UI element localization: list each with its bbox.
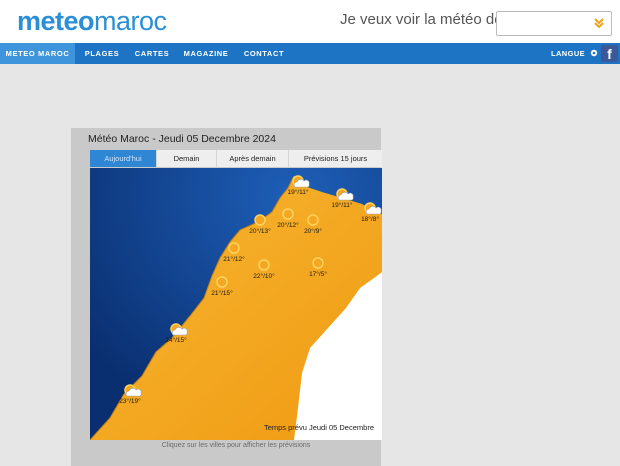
logo-maroc: maroc	[94, 5, 167, 36]
tab-aujourdhui[interactable]: Aujourd'hui	[90, 150, 156, 167]
sun-icon	[312, 257, 324, 269]
nav-cartes[interactable]: CARTES	[129, 43, 175, 64]
city-temperature: 23°/19°	[119, 397, 141, 405]
city-temperature: 19°/11°	[288, 188, 309, 196]
language-label: LANGUE	[551, 49, 586, 58]
sun-icon	[258, 259, 270, 271]
sun-icon	[282, 208, 294, 220]
facebook-icon[interactable]: f	[601, 45, 618, 62]
site-header: meteo maroc Je veux voir la météo de	[0, 0, 620, 43]
city-temperature: 20°/13°	[249, 227, 271, 235]
city-temperature: 21°/12°	[223, 255, 245, 263]
nav-plages[interactable]: PLAGES	[75, 43, 129, 64]
language-menu[interactable]: LANGUE	[551, 43, 598, 64]
city-temperature: 18°/8°	[361, 215, 379, 223]
city-select[interactable]	[496, 11, 612, 36]
tab-apres-demain[interactable]: Après demain	[216, 150, 288, 167]
search-label: Je veux voir la météo de	[340, 11, 503, 28]
gear-icon	[588, 49, 598, 58]
city-temperature: 22°/10°	[253, 272, 275, 280]
weather-map[interactable]: Temps prévu Jeudi 05 Decembre 19°/11° 19°…	[90, 168, 382, 440]
weather-widget: Météo Maroc - Jeudi 05 Decembre 2024 Auj…	[71, 128, 382, 466]
city-temperature: 21°/15°	[211, 289, 233, 297]
city-temperature: 19°/11°	[332, 201, 353, 209]
nav-magazine[interactable]: MAGAZINE	[175, 43, 237, 64]
chevron-down-icon	[593, 17, 605, 29]
map-footer: Temps prévu Jeudi 05 Decembre	[264, 423, 374, 432]
main-nav: METEO MAROC PLAGES CARTES MAGAZINE CONTA…	[0, 43, 620, 64]
nav-meteo-maroc[interactable]: METEO MAROC	[0, 43, 75, 64]
map-caption: Cliquez sur les villes pour afficher les…	[161, 442, 311, 449]
tab-demain[interactable]: Demain	[156, 150, 216, 167]
sun-icon	[307, 214, 319, 226]
forecast-tabs: Aujourd'hui Demain Après demain Prévisio…	[90, 150, 382, 167]
city-temperature: 20°/12°	[277, 221, 299, 229]
sun-icon	[216, 276, 228, 288]
sun-icon	[254, 214, 266, 226]
sun-icon	[228, 242, 240, 254]
city-temperature: 20°/9°	[304, 227, 322, 235]
city-temperature: 17°/5°	[309, 270, 327, 278]
tab-previsions-15-jours[interactable]: Prévisions 15 jours	[288, 150, 382, 167]
widget-title: Météo Maroc - Jeudi 05 Decembre 2024	[88, 133, 276, 145]
site-logo[interactable]: meteo maroc	[17, 4, 167, 38]
logo-meteo: meteo	[17, 5, 95, 36]
nav-contact[interactable]: CONTACT	[237, 43, 291, 64]
city-temperature: 24°/15°	[165, 336, 187, 344]
